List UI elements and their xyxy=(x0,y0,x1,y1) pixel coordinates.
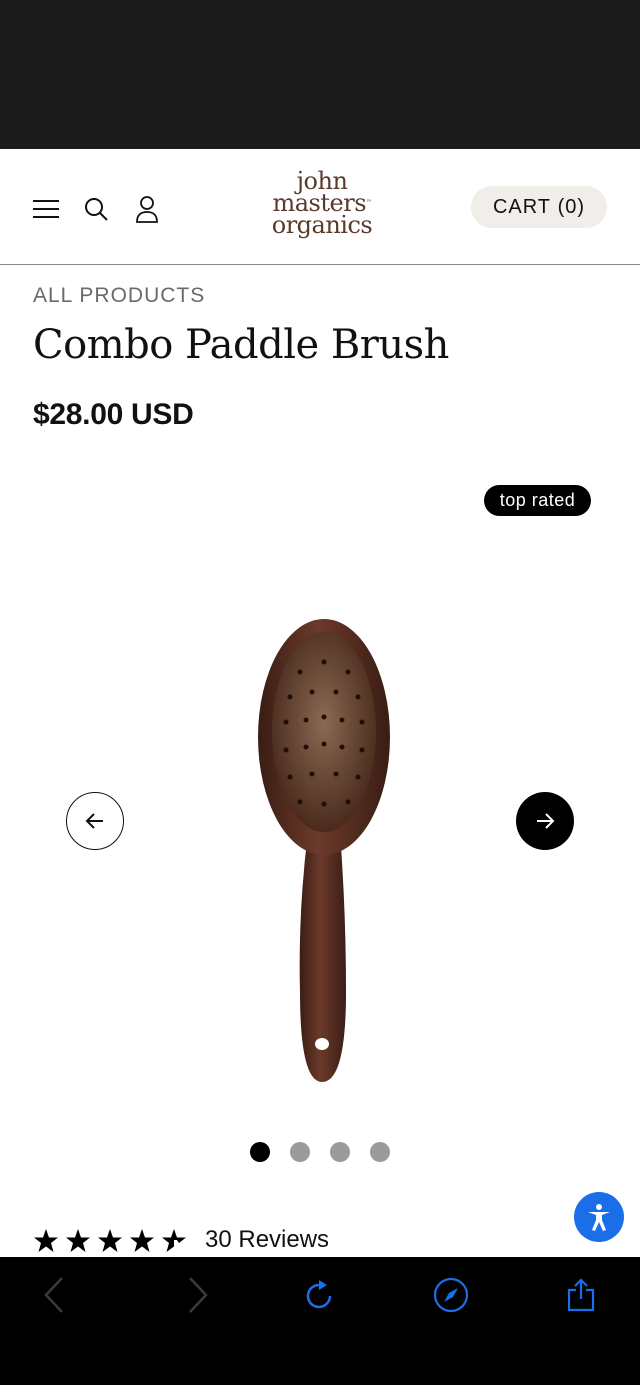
back-button[interactable] xyxy=(34,1275,74,1315)
compass-icon xyxy=(433,1277,469,1313)
status-area xyxy=(0,0,640,149)
menu-icon[interactable] xyxy=(32,195,60,223)
previous-image-button[interactable] xyxy=(66,792,124,850)
reviews-count[interactable]: 30 Reviews xyxy=(205,1226,329,1254)
product-title: Combo Paddle Brush xyxy=(33,322,449,368)
star-icon xyxy=(98,1228,122,1252)
half-star-icon xyxy=(162,1228,186,1252)
cart-count: (0) xyxy=(557,195,586,218)
arrow-left-icon xyxy=(85,813,103,829)
back-icon xyxy=(44,1277,63,1313)
gallery-pagination xyxy=(250,1142,390,1162)
gallery-dot[interactable] xyxy=(290,1142,310,1162)
gallery-dot[interactable] xyxy=(330,1142,350,1162)
breadcrumb[interactable]: ALL PRODUCTS xyxy=(33,284,205,308)
accessibility-icon xyxy=(588,1204,610,1231)
rating-summary[interactable]: 30 Reviews xyxy=(33,1222,329,1258)
reload-icon xyxy=(306,1280,332,1309)
forward-icon xyxy=(189,1277,208,1313)
forward-button[interactable] xyxy=(178,1275,218,1315)
product-price: $28.00 USD xyxy=(33,398,194,431)
star-icon xyxy=(66,1228,90,1252)
next-image-button[interactable] xyxy=(516,792,574,850)
search-icon[interactable] xyxy=(82,195,110,223)
cart-button[interactable]: CART (0) xyxy=(471,186,607,228)
accessibility-button[interactable] xyxy=(574,1192,624,1242)
top-rated-badge: top rated xyxy=(484,485,591,516)
account-icon[interactable] xyxy=(133,195,161,223)
arrow-right-icon xyxy=(537,813,555,829)
cart-label: CART xyxy=(492,195,552,218)
gallery-dot[interactable] xyxy=(370,1142,390,1162)
share-button[interactable] xyxy=(561,1275,601,1315)
share-icon xyxy=(567,1278,595,1312)
star-icon xyxy=(130,1228,154,1252)
logo-line: organics xyxy=(271,211,373,239)
product-image xyxy=(258,619,390,1082)
brand-logo[interactable]: john masters™ organics xyxy=(262,169,382,239)
browser-toolbar xyxy=(0,1257,640,1385)
star-icon xyxy=(34,1228,58,1252)
star-rating xyxy=(33,1228,187,1253)
gallery-dot[interactable] xyxy=(250,1142,270,1162)
compass-button[interactable] xyxy=(431,1275,471,1315)
reload-button[interactable] xyxy=(300,1275,340,1315)
